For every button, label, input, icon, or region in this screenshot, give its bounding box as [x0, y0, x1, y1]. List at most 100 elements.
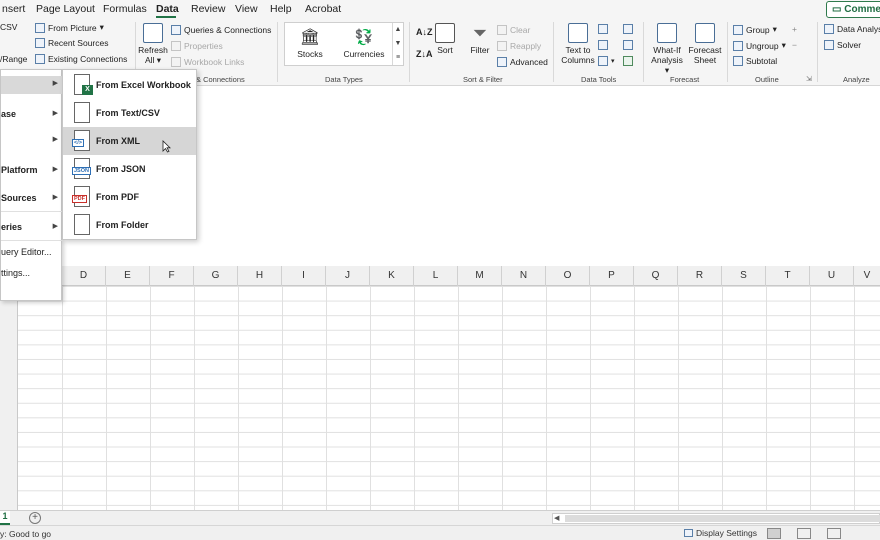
- ungroup-button[interactable]: Ungroup ▾: [733, 40, 786, 51]
- solver-icon: [824, 40, 834, 50]
- menu-item-power-query-editor[interactable]: uery Editor...: [1, 244, 63, 262]
- existing-connections-button[interactable]: Existing Connections: [35, 54, 127, 64]
- menu-item-from-text-csv[interactable]: From Text/CSV: [63, 99, 196, 127]
- from-table-range-button[interactable]: /Range: [0, 54, 27, 64]
- forecast-sheet-button[interactable]: Forecast Sheet: [688, 23, 722, 65]
- column-header[interactable]: O: [546, 266, 590, 286]
- hide-detail-button[interactable]: −: [792, 40, 797, 50]
- from-text-csv-button[interactable]: CSV: [0, 22, 17, 32]
- remove-duplicates-button[interactable]: [598, 40, 608, 50]
- column-header[interactable]: E: [106, 266, 150, 286]
- comments-button[interactable]: ▭ Commen: [826, 1, 880, 18]
- sheet-tab[interactable]: 1: [0, 511, 10, 525]
- solver-button[interactable]: Solver: [824, 40, 861, 50]
- clear-button[interactable]: Clear: [497, 25, 530, 35]
- comment-icon: ▭: [832, 4, 842, 15]
- column-header[interactable]: D: [62, 266, 106, 286]
- data-validation-button[interactable]: ▾: [598, 56, 615, 66]
- menu-item-from-file[interactable]: ▶: [1, 76, 63, 94]
- chevron-left-icon[interactable]: ◀: [554, 514, 559, 522]
- page-layout-view-icon[interactable]: [797, 528, 811, 539]
- column-header[interactable]: J: [326, 266, 370, 286]
- picture-icon: [35, 22, 45, 33]
- column-header[interactable]: Q: [634, 266, 678, 286]
- tab-insert[interactable]: nsert: [2, 3, 25, 15]
- clear-icon: [497, 25, 507, 35]
- column-header[interactable]: V: [854, 266, 880, 286]
- text-to-columns-button[interactable]: Text to Columns: [561, 23, 595, 65]
- group-button[interactable]: Group ▾: [733, 24, 777, 35]
- from-picture-button[interactable]: From Picture ▾: [35, 22, 104, 33]
- tab-view[interactable]: View: [235, 3, 258, 15]
- column-header[interactable]: F: [150, 266, 194, 286]
- recent-sources-button[interactable]: Recent Sources: [35, 38, 108, 48]
- data-analysis-button[interactable]: Data Analys: [824, 24, 880, 34]
- tab-review[interactable]: Review: [191, 3, 225, 15]
- sort-za-button[interactable]: Z↓A: [416, 49, 433, 59]
- column-header[interactable]: L: [414, 266, 458, 286]
- chevron-right-icon: ▶: [52, 110, 58, 117]
- minus-icon: −: [792, 40, 797, 50]
- menu-item-combine-queries[interactable]: eries ▶: [1, 219, 63, 237]
- menu-item-from-database[interactable]: ase ▶: [1, 106, 63, 124]
- queries-connections-button[interactable]: Queries & Connections: [171, 25, 271, 35]
- menu-item-from-other-sources[interactable]: Sources ▶: [1, 190, 63, 208]
- workbook-links-button[interactable]: Workbook Links: [171, 57, 244, 67]
- manage-data-model-button[interactable]: [623, 56, 633, 66]
- currencies-button[interactable]: 💱 Currencies: [343, 29, 385, 59]
- scroll-thumb[interactable]: [565, 515, 880, 522]
- normal-view-icon[interactable]: [767, 528, 781, 539]
- column-header[interactable]: G: [194, 266, 238, 286]
- column-header[interactable]: U: [810, 266, 854, 286]
- filter-button[interactable]: ⏷ Filter: [467, 23, 493, 55]
- menu-item-from-xml[interactable]: </> From XML: [63, 127, 196, 155]
- properties-button[interactable]: Properties: [171, 41, 223, 51]
- outline-dialog-launcher[interactable]: ⇲: [806, 75, 812, 83]
- subtotal-button[interactable]: Subtotal: [733, 56, 777, 66]
- column-header[interactable]: N: [502, 266, 546, 286]
- sort-button[interactable]: Sort: [433, 23, 457, 55]
- tab-acrobat[interactable]: Acrobat: [305, 3, 341, 15]
- more-icon[interactable]: ≡: [393, 51, 403, 65]
- menu-item-from-power-platform[interactable]: Platform ▶: [1, 162, 63, 180]
- column-header[interactable]: R: [678, 266, 722, 286]
- show-detail-button[interactable]: +: [792, 24, 797, 34]
- menu-item-from-pdf[interactable]: PDF From PDF: [63, 183, 196, 211]
- menu-item-data-source-settings[interactable]: ttings...: [1, 265, 63, 283]
- active-tab-indicator: [156, 16, 176, 18]
- tab-help[interactable]: Help: [270, 3, 292, 15]
- data-types-scroll[interactable]: ▲ ▼ ≡: [392, 23, 403, 65]
- relationships-button[interactable]: [623, 40, 633, 50]
- what-if-analysis-button[interactable]: What-If Analysis ▾: [648, 23, 686, 75]
- sort-az-button[interactable]: A↓Z: [416, 27, 433, 37]
- chevron-up-icon[interactable]: ▲: [393, 23, 403, 37]
- column-header[interactable]: H: [238, 266, 282, 286]
- display-settings-button[interactable]: Display Settings: [684, 528, 757, 538]
- page-break-view-icon[interactable]: [827, 528, 841, 539]
- menu-item-from-folder[interactable]: From Folder: [63, 211, 196, 239]
- advanced-button[interactable]: Advanced: [497, 57, 548, 67]
- horizontal-scrollbar[interactable]: ◀: [552, 513, 880, 524]
- menu-item-from-azure[interactable]: ▶: [1, 132, 63, 150]
- refresh-all-button[interactable]: Refresh All ▾: [138, 23, 168, 65]
- flash-fill-button[interactable]: [598, 24, 608, 34]
- menu-item-from-json[interactable]: JSON From JSON: [63, 155, 196, 183]
- column-header[interactable]: I: [282, 266, 326, 286]
- tab-formulas[interactable]: Formulas: [103, 3, 147, 15]
- column-header[interactable]: T: [766, 266, 810, 286]
- column-header[interactable]: S: [722, 266, 766, 286]
- add-sheet-icon[interactable]: +: [29, 512, 41, 524]
- row-header-column[interactable]: [0, 286, 18, 510]
- tab-data[interactable]: Data: [156, 3, 179, 15]
- consolidate-button[interactable]: [623, 24, 633, 34]
- reapply-icon: [497, 41, 507, 51]
- reapply-button[interactable]: Reapply: [497, 41, 541, 51]
- tab-page-layout[interactable]: Page Layout: [36, 3, 95, 15]
- column-header[interactable]: P: [590, 266, 634, 286]
- chevron-down-icon[interactable]: ▼: [393, 37, 403, 51]
- menu-item-from-excel-workbook[interactable]: X From Excel Workbook: [63, 71, 196, 99]
- column-header[interactable]: K: [370, 266, 414, 286]
- column-header[interactable]: M: [458, 266, 502, 286]
- stocks-button[interactable]: 🏛 Stocks: [295, 29, 325, 59]
- chevron-right-icon: ▶: [52, 194, 58, 201]
